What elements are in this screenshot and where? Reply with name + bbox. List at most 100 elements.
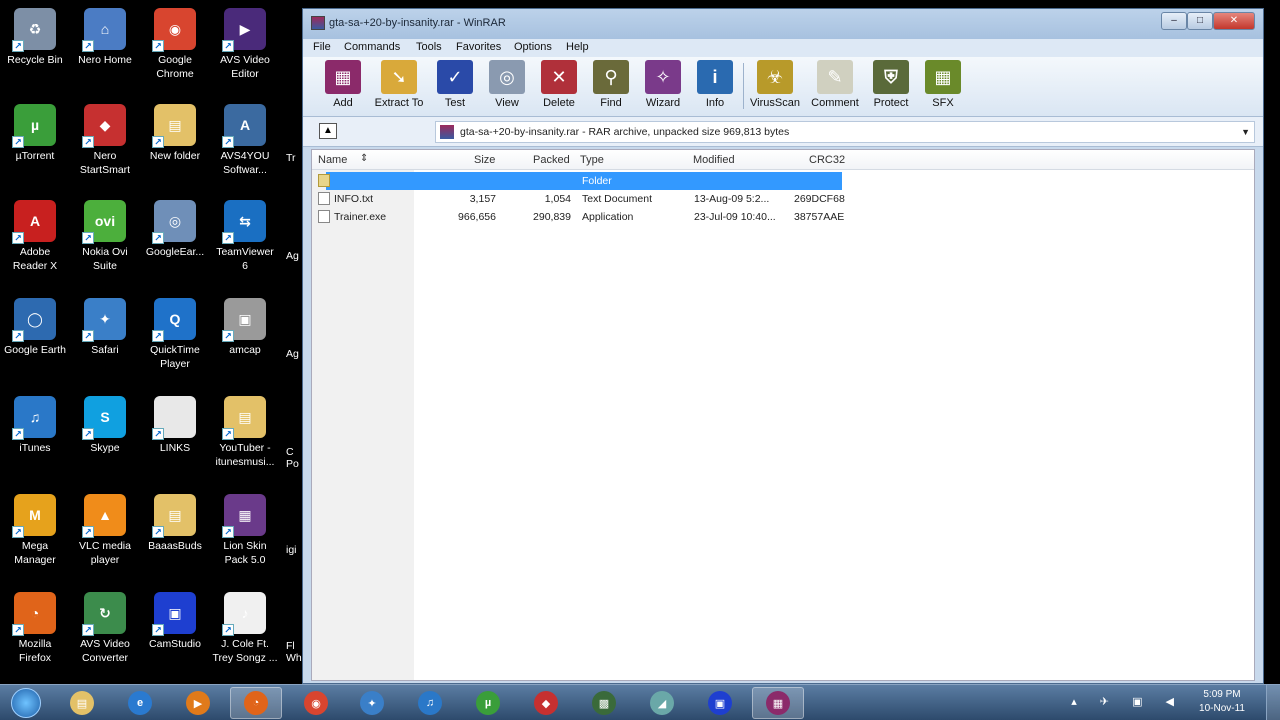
desktop-icon[interactable]: ▤ ↗ BaaasBuds: [140, 494, 210, 553]
toolbar-label: Delete: [543, 97, 575, 109]
column-name[interactable]: Name: [318, 154, 347, 166]
desktop-icon[interactable]: ♫ ↗ iTunes: [0, 396, 70, 455]
desktop-icon[interactable]: M ↗ Mega Manager: [0, 494, 70, 567]
taskbar-app-button[interactable]: ▩: [578, 687, 630, 719]
system-tray[interactable]: ▴ ✈ ▣ ◀: [1071, 695, 1184, 708]
toolbar-extract-to-button[interactable]: ➘ Extract To: [371, 60, 427, 109]
taskbar-app-button[interactable]: e: [114, 687, 166, 719]
desktop-icon[interactable]: µ ↗ µTorrent: [0, 104, 70, 163]
toolbar-info-button[interactable]: i Info: [687, 60, 743, 109]
shortcut-arrow-icon: ↗: [82, 624, 94, 636]
toolbar-label: Protect: [873, 97, 909, 109]
desktop-icon-label: Recycle Bin: [7, 54, 63, 66]
table-row[interactable]: Folder: [318, 172, 842, 190]
firefox-icon: ◔: [244, 691, 268, 715]
table-row[interactable]: INFO.txt 3,157 1,054 Text Document 13-Aug-09…: [312, 190, 852, 208]
desktop-icon[interactable]: ◯ ↗ Google Earth: [0, 298, 70, 357]
desktop-icon[interactable]: ⇆ ↗ TeamViewer 6: [210, 200, 280, 273]
address-bar: ▲ gta-sa-+20-by-insanity.rar - RAR archi…: [303, 117, 1263, 147]
toolbar-virusscan-button[interactable]: ☣ VirusScan: [747, 60, 803, 109]
menu-favorites[interactable]: Favorites: [456, 41, 501, 53]
toolbar-label: Comment: [811, 97, 859, 109]
taskbar-app-button[interactable]: ♫: [404, 687, 456, 719]
menu-file[interactable]: File: [313, 41, 331, 53]
shortcut-arrow-icon: ↗: [222, 428, 234, 440]
desktop-icon-label: AVS4YOU Softwar...: [220, 150, 270, 176]
close-button[interactable]: ✕: [1213, 12, 1255, 30]
title-bar[interactable]: gta-sa-+20-by-insanity.rar - WinRAR – □ …: [303, 9, 1263, 39]
desktop-icon[interactable]: ▤ ↗ YouTuber - itunesmusi...: [210, 396, 280, 469]
desktop-icon[interactable]: S ↗ Skype: [70, 396, 140, 455]
desktop-icon[interactable]: ◎ ↗ GoogleEar...: [140, 200, 210, 259]
column-modified[interactable]: Modified: [693, 154, 735, 166]
extract-to-icon: ➘: [381, 60, 417, 94]
column-crc32[interactable]: CRC32: [809, 154, 845, 166]
desktop-icon[interactable]: ✦ ↗ Safari: [70, 298, 140, 357]
sfx-icon: ▦: [925, 60, 961, 94]
desktop-icon-label: Adobe Reader X: [12, 246, 58, 272]
taskbar-app-button[interactable]: ▶: [172, 687, 224, 719]
taskbar-app-button[interactable]: ◔: [230, 687, 282, 719]
taskbar-app-button[interactable]: ◢: [636, 687, 688, 719]
start-button[interactable]: [6, 687, 46, 719]
shortcut-arrow-icon: ↗: [152, 330, 164, 342]
desktop-icon[interactable]: A ↗ Adobe Reader X: [0, 200, 70, 273]
archive-path-combobox[interactable]: gta-sa-+20-by-insanity.rar - RAR archive…: [435, 121, 1255, 143]
taskbar-app-button[interactable]: ▤: [56, 687, 108, 719]
column-size[interactable]: Size: [474, 154, 495, 166]
desktop-icon[interactable]: ♪ ↗ J. Cole Ft. Trey Songz ...: [210, 592, 280, 665]
show-desktop-button[interactable]: [1266, 685, 1280, 720]
desktop-icon[interactable]: ▣ ↗ amcap: [210, 298, 280, 357]
toolbar-comment-button[interactable]: ✎ Comment: [807, 60, 863, 109]
view-icon: ◎: [489, 60, 525, 94]
vlc-icon: ▲ ↗: [82, 494, 126, 538]
minimize-button[interactable]: –: [1161, 12, 1187, 30]
desktop-icon[interactable]: ↗ LINKS: [140, 396, 210, 455]
desktop-icon-label: YouTuber - itunesmusi...: [215, 442, 275, 468]
toolbar-protect-button[interactable]: ⛨ Protect: [863, 60, 919, 109]
maximize-button[interactable]: □: [1187, 12, 1213, 30]
toolbar-view-button[interactable]: ◎ View: [479, 60, 535, 109]
desktop-icon[interactable]: ▶ ↗ AVS Video Editor: [210, 8, 280, 81]
toolbar-wizard-button[interactable]: ✧ Wizard: [635, 60, 691, 109]
desktop-icon[interactable]: A ↗ AVS4YOU Softwar...: [210, 104, 280, 177]
taskbar-app-button[interactable]: ✦: [346, 687, 398, 719]
taskbar-app-button[interactable]: ◆: [520, 687, 572, 719]
desktop-icon[interactable]: ▤ ↗ New folder: [140, 104, 210, 163]
toolbar-find-button[interactable]: ⚲ Find: [583, 60, 639, 109]
toolbar-add-button[interactable]: ▦ Add: [315, 60, 371, 109]
desktop-icon[interactable]: ⌂ ↗ Nero Home: [70, 8, 140, 67]
taskbar-app-button[interactable]: ◉: [290, 687, 342, 719]
window-title: gta-sa-+20-by-insanity.rar - WinRAR: [329, 17, 506, 29]
taskbar-app-button[interactable]: ▣: [694, 687, 746, 719]
taskbar-app-button[interactable]: ▦: [752, 687, 804, 719]
desktop-icon[interactable]: ▣ ↗ CamStudio: [140, 592, 210, 651]
chevron-down-icon[interactable]: ▼: [1241, 122, 1250, 142]
desktop-icon[interactable]: ovi ↗ Nokia Ovi Suite: [70, 200, 140, 273]
skype-icon: S ↗: [82, 396, 126, 440]
desktop-icon[interactable]: ↻ ↗ AVS Video Converter: [70, 592, 140, 665]
shortcut-arrow-icon: ↗: [152, 40, 164, 52]
desktop-icon[interactable]: ◔ ↗ Mozilla Firefox: [0, 592, 70, 665]
toolbar-label: View: [495, 97, 519, 109]
menu-options[interactable]: Options: [514, 41, 552, 53]
desktop-icon[interactable]: ◉ ↗ Google Chrome: [140, 8, 210, 81]
up-one-level-button[interactable]: ▲: [319, 123, 337, 139]
sort-icon[interactable]: ⇕: [360, 153, 368, 164]
desktop-icon[interactable]: ▲ ↗ VLC media player: [70, 494, 140, 567]
toolbar-delete-button[interactable]: ✕ Delete: [531, 60, 587, 109]
column-type[interactable]: Type: [580, 154, 604, 166]
menu-help[interactable]: Help: [566, 41, 589, 53]
clock[interactable]: 5:09 PM 10-Nov-11: [1192, 688, 1252, 716]
desktop-icon[interactable]: ◆ ↗ Nero StartSmart: [70, 104, 140, 177]
table-row[interactable]: Trainer.exe 966,656 290,839 Application 23-J…: [312, 208, 852, 226]
menu-tools[interactable]: Tools: [416, 41, 442, 53]
column-packed[interactable]: Packed: [533, 154, 570, 166]
toolbar-sfx-button[interactable]: ▦ SFX: [915, 60, 971, 109]
desktop-icon[interactable]: Q ↗ QuickTime Player: [140, 298, 210, 371]
desktop-icon[interactable]: ▦ ↗ Lion Skin Pack 5.0: [210, 494, 280, 567]
taskbar-app-button[interactable]: µ: [462, 687, 514, 719]
desktop-icon[interactable]: ♻ ↗ Recycle Bin: [0, 8, 70, 67]
menu-commands[interactable]: Commands: [344, 41, 400, 53]
toolbar-test-button[interactable]: ✓ Test: [427, 60, 483, 109]
